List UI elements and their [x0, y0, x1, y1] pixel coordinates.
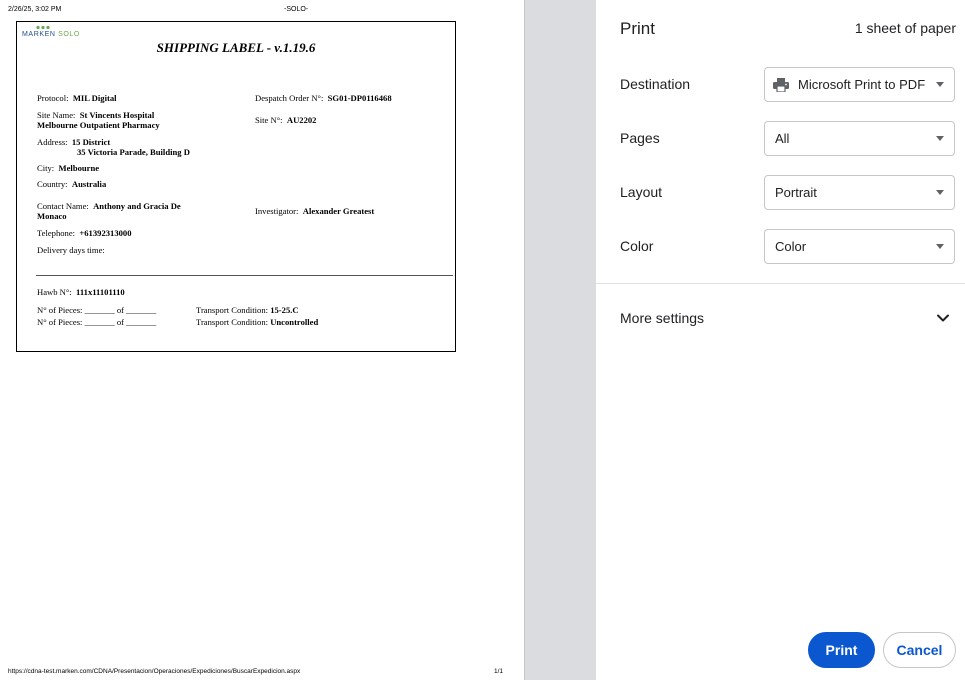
sheet-count: 1 sheet of paper: [854, 20, 956, 36]
telephone-value: +61392313000: [79, 228, 132, 238]
investigator-value: Alexander Greatest: [302, 206, 375, 216]
protocol-label: Protocol:: [37, 93, 69, 103]
marken-logo: MARKEN SOLO: [22, 25, 92, 41]
label-title: SHIPPING LABEL - v.1.19.6: [156, 40, 316, 55]
investigator-label: Investigator:: [255, 206, 299, 216]
label-divider: [36, 275, 453, 276]
destination-label: Destination: [620, 76, 691, 92]
hawb-label: Hawb N°:: [37, 287, 72, 297]
caret-down-icon: [936, 190, 944, 195]
logo-brand: MARKEN: [22, 31, 56, 38]
transport-field-1: Transport Condition: 15-25.C: [196, 305, 299, 315]
site-name-field: Site Name: St Vincents Hospital Melbourn…: [37, 110, 160, 130]
city-value: Melbourne: [58, 163, 100, 173]
telephone-field: Telephone: +61392313000: [37, 228, 132, 238]
settings-separator: [596, 283, 965, 284]
investigator-field: Investigator: Alexander Greatest: [255, 206, 374, 216]
page-header-title: -SOLO-: [284, 6, 309, 13]
preview-scroll-gutter: [524, 0, 596, 680]
country-field: Country: Australia: [37, 179, 106, 189]
site-no-label: Site N°:: [255, 115, 283, 125]
print-button[interactable]: Print: [808, 632, 875, 668]
pages-value: All: [775, 131, 790, 146]
address-field: Address: 15 District 35 Victoria Parade,…: [37, 137, 190, 157]
address-line1: 15 District: [71, 137, 111, 147]
protocol-value: MIL Digital: [72, 93, 117, 103]
print-settings-panel: Print 1 sheet of paper Destination Micro…: [596, 0, 965, 680]
color-label: Color: [620, 238, 654, 254]
pieces-row-1: N° of Pieces: _______ of _______: [37, 305, 157, 315]
chevron-down-icon[interactable]: [936, 311, 950, 325]
contact-field: Contact Name: Anthony and Gracia De Mona…: [37, 201, 181, 221]
transport-field-2: Transport Condition: Uncontrolled: [196, 317, 318, 327]
pages-select[interactable]: All: [764, 121, 955, 156]
city-field: City: Melbourne: [37, 163, 99, 173]
telephone-label: Telephone:: [37, 228, 76, 238]
layout-label: Layout: [620, 184, 663, 200]
hawb-field: Hawb N°: 111x11101110: [37, 287, 125, 297]
country-value: Australia: [71, 179, 107, 189]
printer-icon: [773, 78, 789, 92]
page-footer-url: https://cdna-test.marken.com/CDNA/Presen…: [8, 668, 301, 675]
print-preview-pane: 2/26/25, 3:02 PM -SOLO- MARKEN SOLO SHIP…: [0, 0, 524, 680]
transport-label-1: Transport Condition:: [196, 305, 269, 315]
site-name-line1: St Vincents Hospital: [79, 110, 155, 120]
protocol-field: Protocol: MIL Digital: [37, 93, 117, 103]
logo-sub: SOLO: [58, 31, 80, 38]
caret-down-icon: [936, 244, 944, 249]
despatch-label: Despatch Order N°:: [255, 93, 324, 103]
panel-title: Print: [620, 19, 655, 38]
despatch-field: Despatch Order N°: SG01-DP0116468: [255, 93, 392, 103]
cancel-button[interactable]: Cancel: [883, 632, 956, 668]
site-no-field: Site N°: AU2202: [255, 115, 316, 125]
site-no-value: AU2202: [286, 115, 317, 125]
hawb-value: 111x11101110: [76, 287, 125, 297]
delivery-field: Delivery days time:: [37, 245, 105, 255]
pages-label: Pages: [620, 130, 660, 146]
caret-down-icon: [936, 136, 944, 141]
transport-value-1: 15-25.C: [270, 305, 299, 315]
page-footer-number: 1/1: [494, 668, 504, 675]
site-name-label: Site Name:: [37, 110, 76, 120]
contact-line2: Monaco: [37, 211, 67, 221]
city-label: City:: [37, 163, 55, 173]
color-value: Color: [775, 239, 807, 254]
delivery-label: Delivery days time:: [37, 245, 105, 255]
layout-value: Portrait: [775, 185, 817, 200]
transport-label-2: Transport Condition:: [196, 317, 269, 327]
address-label: Address:: [37, 137, 68, 147]
layout-select[interactable]: Portrait: [764, 175, 955, 210]
contact-line1: Anthony and Gracia De: [93, 201, 181, 211]
pieces-row-2: N° of Pieces: _______ of _______: [37, 317, 157, 327]
more-settings-toggle[interactable]: More settings: [620, 310, 704, 326]
color-select[interactable]: Color: [764, 229, 955, 264]
destination-value: Microsoft Print to PDF: [798, 77, 926, 92]
despatch-value: SG01-DP0116468: [327, 93, 392, 103]
transport-value-2: Uncontrolled: [270, 317, 319, 327]
country-label: Country:: [37, 179, 68, 189]
page-header-date: 2/26/25, 3:02 PM: [8, 6, 62, 13]
shipping-label: MARKEN SOLO SHIPPING LABEL - v.1.19.6 Pr…: [16, 21, 456, 352]
address-line2: 35 Victoria Parade, Building D: [77, 147, 190, 157]
logo-mark-icon: [36, 25, 50, 30]
destination-select[interactable]: Microsoft Print to PDF: [764, 67, 955, 102]
caret-down-icon: [936, 82, 944, 87]
contact-label: Contact Name:: [37, 201, 89, 211]
site-name-line2: Melbourne Outpatient Pharmacy: [37, 120, 160, 130]
